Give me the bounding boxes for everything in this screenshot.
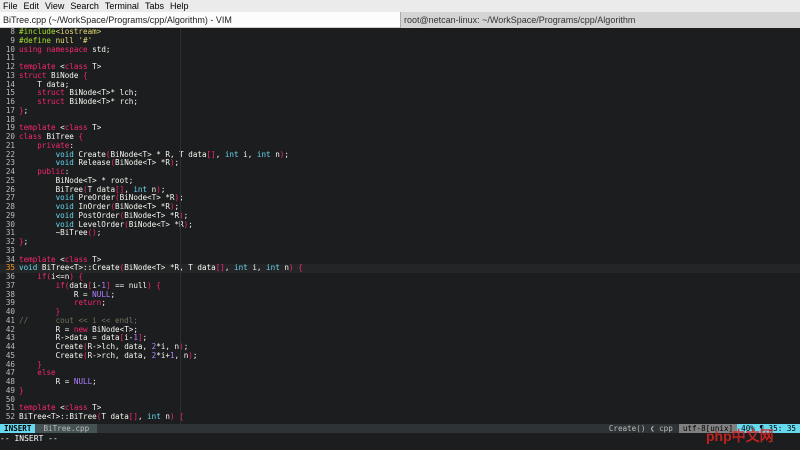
code-text: } <box>19 385 24 395</box>
code-line[interactable]: 45 Create(R->rch, data, 2*i+1, n); <box>0 350 800 361</box>
code-text: public: <box>37 167 70 176</box>
code-line[interactable]: 11 <box>0 53 800 63</box>
code-text: T data; <box>37 79 70 89</box>
code-text: R = NULL; <box>55 377 97 386</box>
code-text: if(i<=n) { <box>37 272 84 281</box>
vim-statusline: INSERT BiTree.cpp Create() ❮ cpp utf-8[u… <box>0 424 800 433</box>
code-text: } <box>55 307 61 316</box>
status-spacer <box>97 424 603 433</box>
code-text: class BiTree { <box>19 132 84 141</box>
color-column <box>180 28 181 424</box>
code-line[interactable]: 18 <box>0 115 800 125</box>
code-line[interactable]: 47 else <box>0 368 800 378</box>
code-line[interactable]: 20 class BiTree { <box>0 132 800 142</box>
code-text: } <box>37 359 42 369</box>
code-text: void BiTree<T>::Create(BiNode<T> *R, T d… <box>19 263 303 273</box>
code-line[interactable]: 13 struct BiNode { <box>0 70 800 81</box>
code-text: BiTree(T data[], int n); <box>55 184 166 194</box>
code-line[interactable]: 37 if(data[i-1] == null) { <box>0 280 800 291</box>
code-text: private: <box>37 140 74 150</box>
menubar: File Edit View Search Terminal Tabs Help <box>0 0 800 12</box>
code-line[interactable]: 49} <box>0 385 800 396</box>
code-text: R = NULL; <box>73 289 116 299</box>
status-function: Create() ❮ cpp <box>602 424 679 433</box>
vim-cmdline: -- INSERT -- <box>0 433 800 450</box>
code-line[interactable]: 46 } <box>0 359 800 370</box>
code-line[interactable]: 8 #include<iostream> <box>0 28 800 37</box>
menu-tabs[interactable]: Tabs <box>142 0 167 12</box>
code-text: void PreOrder(BiNode<T> *R); <box>55 193 184 203</box>
code-text: BiNode<T> * root; <box>55 175 134 185</box>
code-text: struct BiNode<T>* rch; <box>37 97 138 106</box>
watermark-logo: php中文网 <box>706 428 774 444</box>
code-text: void PostOrder(BiNode<T> *R); <box>55 210 189 220</box>
code-text: R->data = data[i-1]; <box>55 333 148 343</box>
code-text: }; <box>19 105 29 115</box>
vim-editor[interactable]: 8 #include<iostream> 9 #define null '#' 10 us… <box>0 28 800 424</box>
code-text: ~BiTree(); <box>19 228 102 238</box>
menu-search[interactable]: Search <box>67 0 102 12</box>
status-filename: BiTree.cpp <box>35 424 98 433</box>
code-line[interactable]: 16 struct BiNode<T>* rch; <box>0 97 800 107</box>
code-text: Create(R->rch, data, 2*i+1, n); <box>55 350 198 360</box>
code-line[interactable]: 38 R = NULL; <box>0 289 800 300</box>
code-text: struct BiNode<T>* lch; <box>37 88 138 98</box>
code-text: void InOrder(BiNode<T> *R); <box>55 202 180 211</box>
tab-terminal[interactable]: root@netcan-linux: ~/WorkSpace/Programs/… <box>400 12 800 28</box>
code-line[interactable]: 17}; <box>0 105 800 116</box>
line-number: 52 <box>5 412 15 421</box>
menu-help[interactable]: Help <box>167 0 192 12</box>
code-line[interactable]: 10 using namespace std; <box>0 44 800 55</box>
cmdline-text: -- INSERT -- <box>0 434 58 443</box>
code-line[interactable]: 30 void LevelOrder(BiNode<T> *R); <box>0 219 800 230</box>
code-line[interactable]: 35 void BiTree<T>::Create(BiNode<T> *R, T… <box>0 263 800 273</box>
code-line[interactable]: 32}; <box>0 237 800 247</box>
code-line[interactable]: 23 void Release(BiNode<T> *R); <box>0 158 800 168</box>
menu-view[interactable]: View <box>42 0 67 12</box>
code-text: if(data[i-1] == null) { <box>55 280 161 290</box>
code-text: template <class T> <box>19 403 102 413</box>
code-text: void LevelOrder(BiNode<T> *R); <box>55 219 193 229</box>
code-line[interactable]: 19 template <class T> <box>0 123 800 133</box>
code-text: Create(R->lch, data, 2*i, n); <box>55 342 189 351</box>
code-text: // cout << i << endl; <box>19 315 138 325</box>
code-line[interactable]: 39 return; <box>0 298 800 308</box>
code-text: template <class T> <box>19 254 102 264</box>
mode-indicator: INSERT <box>0 424 36 433</box>
menu-terminal[interactable]: Terminal <box>102 0 142 12</box>
code-text: }; <box>19 237 29 246</box>
code-line[interactable]: 33 <box>0 246 800 256</box>
code-text: return; <box>73 298 106 308</box>
code-text: void Release(BiNode<T> *R); <box>55 158 180 168</box>
code-line[interactable]: 52 BiTree<T>::BiTree(T data[], int n) { <box>0 412 800 422</box>
code-text: using namespace std; <box>19 44 111 54</box>
code-text: BiTree<T>::BiTree(T data[], int n) { <box>19 412 184 421</box>
code-text: template <class T> <box>19 123 102 133</box>
tab-bar: BiTree.cpp (~/WorkSpace/Programs/cpp/Alg… <box>0 12 800 28</box>
code-text: struct BiNode { <box>19 70 88 80</box>
menu-file[interactable]: File <box>0 0 21 12</box>
tab-vim[interactable]: BiTree.cpp (~/WorkSpace/Programs/cpp/Alg… <box>0 12 400 28</box>
code-line[interactable]: 9 #define null '#' <box>0 35 800 46</box>
code-text: #define null '#' <box>19 35 93 45</box>
code-line[interactable]: 31 ~BiTree(); <box>0 228 800 238</box>
code-text: R = new BiNode<T>; <box>55 324 138 334</box>
code-text: void Create(BiNode<T> * R, T data[], int… <box>55 149 289 159</box>
code-text: else <box>37 368 56 378</box>
code-text: template <class T> <box>19 62 102 71</box>
code-line[interactable]: 48 R = NULL; <box>0 377 800 387</box>
menu-edit[interactable]: Edit <box>21 0 43 12</box>
code-line[interactable]: 12 template <class T> <box>0 62 800 72</box>
code-line[interactable]: 50 <box>0 395 800 405</box>
